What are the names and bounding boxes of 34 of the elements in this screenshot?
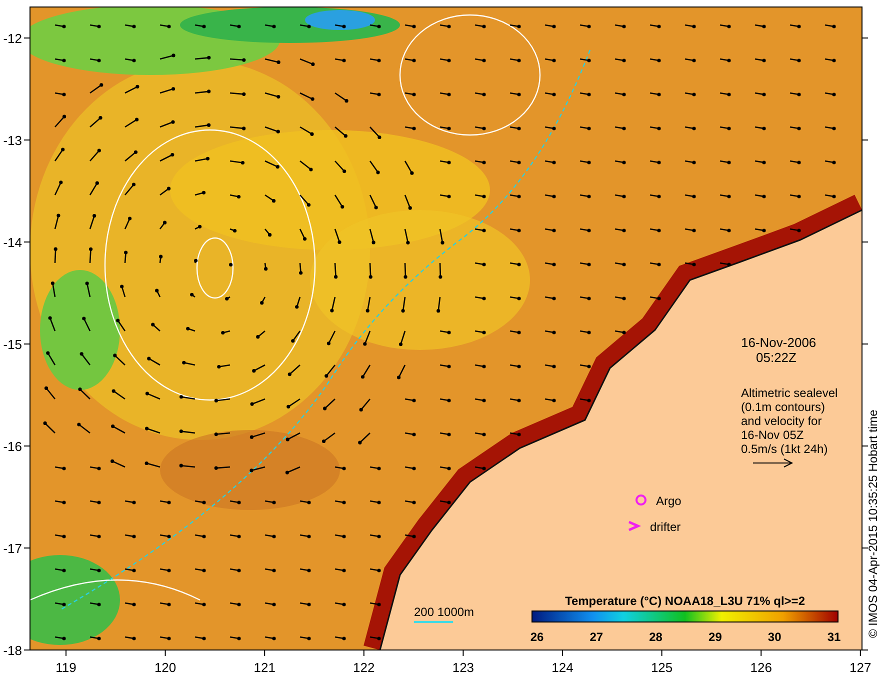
map-date: 16-Nov-2006 bbox=[741, 335, 816, 350]
map-time: 05:22Z bbox=[756, 350, 796, 365]
y-axis-tick-label: -14 bbox=[3, 235, 22, 250]
x-axis-tick-label: 121 bbox=[254, 660, 276, 675]
credit-text: © IMOS 04-Apr-2015 10:35:25 Hobart time bbox=[866, 410, 880, 638]
y-axis-tick-label: -18 bbox=[3, 643, 22, 658]
scale-label: 200 1000m bbox=[414, 605, 474, 619]
colorbar-tick-label: 27 bbox=[590, 630, 604, 644]
legend-text: (0.1m contours) bbox=[741, 400, 826, 414]
colorbar-tick-label: 30 bbox=[768, 630, 782, 644]
x-axis-tick-label: 119 bbox=[56, 660, 76, 675]
colorbar-tick-label: 31 bbox=[827, 630, 841, 644]
legend-text: 0.5m/s (1kt 24h) bbox=[741, 442, 828, 456]
x-axis-tick-label: 124 bbox=[552, 660, 574, 675]
y-axis-tick-label: -13 bbox=[3, 133, 22, 148]
colorbar-tick-label: 28 bbox=[649, 630, 662, 644]
colorbar-title: Temperature (°C) NOAA18_L3U 71% ql>=2 bbox=[565, 594, 805, 608]
x-axis-tick-label: 126 bbox=[750, 660, 772, 675]
y-axis-tick-label: -15 bbox=[3, 337, 22, 352]
x-axis-tick-label: 120 bbox=[154, 660, 176, 675]
x-axis-tick-label: 125 bbox=[650, 660, 673, 675]
legend-text: 16-Nov 05Z bbox=[741, 428, 804, 442]
drifter-label: drifter bbox=[650, 520, 681, 534]
x-axis-tick-label: 127 bbox=[850, 660, 872, 675]
x-axis-tick-label: 123 bbox=[452, 660, 474, 675]
legend-text: Altimetric sealevel bbox=[741, 386, 838, 400]
legend-text: and velocity for bbox=[741, 414, 822, 428]
argo-label: Argo bbox=[656, 494, 682, 508]
x-axis-tick-label: 122 bbox=[353, 660, 375, 675]
colorbar-tick-label: 26 bbox=[530, 630, 544, 644]
colorbar-tick-label: 29 bbox=[708, 630, 722, 644]
y-axis-tick-label: -12 bbox=[3, 31, 22, 46]
y-axis-tick-label: -16 bbox=[3, 439, 22, 454]
y-axis-tick-label: -17 bbox=[3, 541, 22, 556]
